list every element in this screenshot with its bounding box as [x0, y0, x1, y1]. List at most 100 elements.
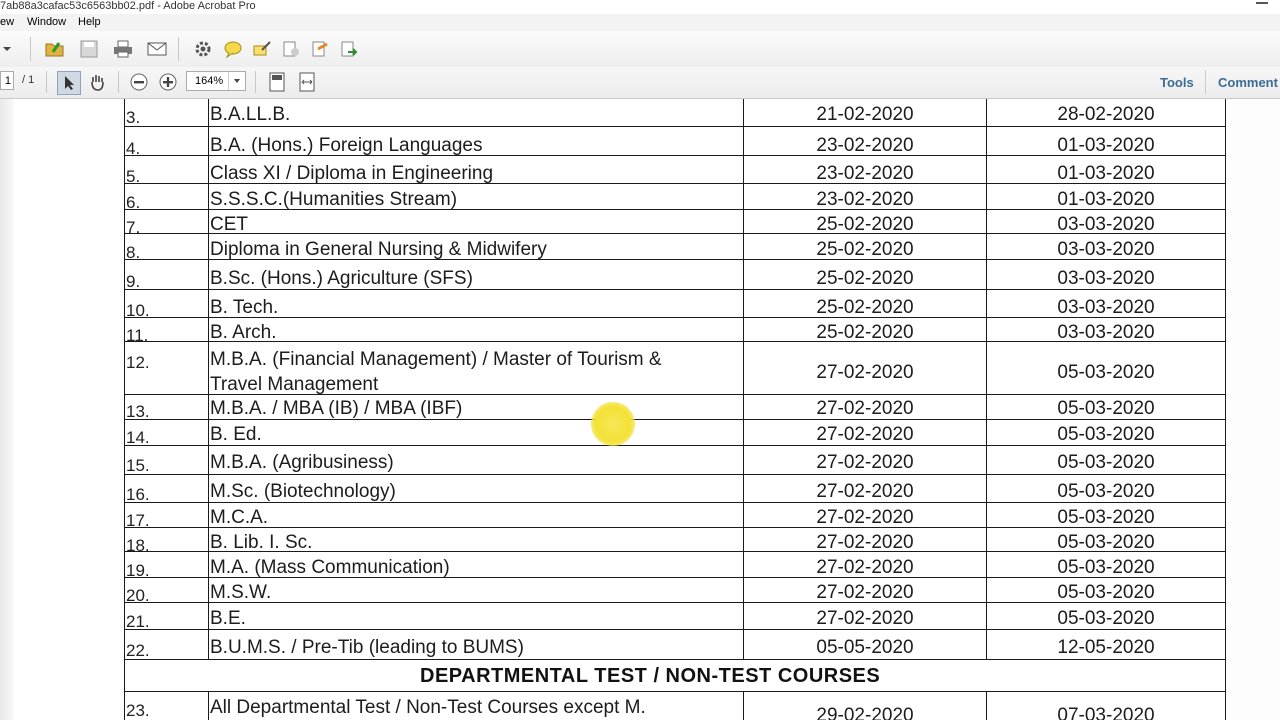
start-date: 27-02-2020: [816, 507, 914, 528]
start-date: 29-02-2020: [816, 705, 914, 720]
course-name: B. Arch.: [210, 322, 277, 343]
end-date: 01-03-2020: [1057, 189, 1155, 210]
end-date: 05-03-2020: [1057, 424, 1155, 445]
fit-page-icon[interactable]: [266, 71, 288, 93]
end-date: 05-03-2020: [1057, 532, 1155, 553]
row-divider: [124, 691, 1226, 692]
column-divider: [124, 659, 125, 720]
row-number: 18.: [126, 536, 150, 555]
end-date: 05-03-2020: [1057, 398, 1155, 419]
menu-help[interactable]: Help: [78, 16, 101, 28]
stamp-icon[interactable]: [280, 38, 302, 60]
start-date: 25-02-2020: [816, 214, 914, 235]
course-name: M.A. (Mass Communication): [210, 557, 450, 578]
row-number: 14.: [126, 428, 150, 447]
save-icon[interactable]: [78, 38, 100, 60]
fit-width-icon[interactable]: [296, 71, 318, 93]
menu-view[interactable]: ew: [0, 16, 14, 28]
row-number: 9.: [126, 272, 141, 291]
window-titlebar: 7ab88a3cafac53c6563bb02.pdf - Adobe Acro…: [0, 0, 1280, 14]
column-divider: [986, 691, 987, 720]
course-name: B.A.LL.B.: [210, 104, 291, 125]
zoom-out-icon[interactable]: [128, 71, 150, 93]
start-date: 27-02-2020: [816, 424, 914, 445]
row-number: 10.: [126, 301, 150, 320]
highlight-pen-icon[interactable]: [251, 38, 273, 60]
course-name: B.A. (Hons.) Foreign Languages: [210, 135, 483, 156]
end-date: 28-02-2020: [1057, 104, 1155, 125]
hand-tool-icon[interactable]: [86, 71, 108, 93]
end-date: 03-03-2020: [1057, 297, 1155, 318]
course-name: B.Sc. (Hons.) Agriculture (SFS): [210, 268, 473, 289]
course-name: All Departmental Test / Non-Test Courses…: [210, 697, 646, 718]
row-number: 21.: [126, 612, 150, 631]
column-divider: [743, 99, 744, 660]
start-date: 23-02-2020: [816, 189, 914, 210]
sign-document-icon[interactable]: [309, 38, 331, 60]
row-number: 20.: [126, 586, 150, 605]
zoom-level-select[interactable]: 164%: [186, 71, 246, 91]
start-date: 25-02-2020: [816, 239, 914, 260]
row-divider: [124, 659, 1226, 660]
course-name: M.B.A. (Financial Management) / Master o…: [210, 349, 662, 370]
print-icon[interactable]: [112, 38, 134, 60]
start-date: 21-02-2020: [816, 104, 914, 125]
end-date: 05-03-2020: [1057, 582, 1155, 603]
start-date: 25-02-2020: [816, 297, 914, 318]
course-name: M.C.A.: [210, 507, 269, 528]
row-number: 7.: [126, 218, 141, 237]
course-name-line2: Travel Management: [210, 374, 379, 395]
chevron-down-icon[interactable]: [228, 72, 245, 90]
row-number: 17.: [126, 511, 150, 530]
comment-link[interactable]: Comment: [1218, 75, 1278, 90]
settings-gear-icon[interactable]: [192, 38, 214, 60]
column-divider: [1225, 659, 1226, 720]
zoom-in-icon[interactable]: [157, 71, 179, 93]
row-divider: [124, 474, 1226, 475]
course-name: M.B.A. (Agribusiness): [210, 452, 394, 473]
row-number: 22.: [126, 641, 150, 660]
row-number: 6.: [126, 193, 141, 212]
end-date: 05-03-2020: [1057, 507, 1155, 528]
course-name: M.B.A. / MBA (IB) / MBA (IBF): [210, 398, 463, 419]
end-date: 03-03-2020: [1057, 214, 1155, 235]
document-view[interactable]: 3. B.A.LL.B. 21-02-2020 28-02-2020 4. B.A. (H…: [0, 99, 1280, 720]
page-total: / 1: [22, 74, 35, 86]
email-icon[interactable]: [146, 38, 168, 60]
end-date: 03-03-2020: [1057, 239, 1155, 260]
page-number-input[interactable]: 1: [0, 71, 14, 90]
comment-bubble-icon[interactable]: [222, 38, 244, 60]
row-number: 19.: [126, 561, 150, 580]
end-date: 01-03-2020: [1057, 163, 1155, 184]
start-date: 27-02-2020: [816, 362, 914, 383]
course-name: Class XI / Diploma in Engineering: [210, 163, 494, 184]
course-name: S.S.S.C.(Humanities Stream): [210, 189, 458, 210]
row-number: 16.: [126, 485, 150, 504]
end-date: 05-03-2020: [1057, 452, 1155, 473]
row-number: 11.: [126, 326, 149, 345]
row-number: 8.: [126, 243, 141, 262]
column-divider: [743, 691, 744, 720]
menu-window[interactable]: Window: [27, 16, 66, 28]
dropdown-arrow-icon[interactable]: [0, 38, 14, 60]
course-name: B.U.M.S. / Pre-Tib (leading to BUMS): [210, 637, 524, 658]
row-number: 3.: [126, 108, 141, 127]
end-date: 07-03-2020: [1057, 705, 1155, 720]
end-date: 05-03-2020: [1057, 608, 1155, 629]
window-title: 7ab88a3cafac53c6563bb02.pdf - Adobe Acro…: [0, 0, 256, 12]
open-folder-icon[interactable]: [44, 38, 66, 60]
export-document-icon[interactable]: [338, 38, 360, 60]
course-name: B.E.: [210, 608, 246, 629]
start-date: 27-02-2020: [816, 608, 914, 629]
start-date: 25-02-2020: [816, 268, 914, 289]
end-date: 05-03-2020: [1057, 362, 1155, 383]
end-date: 03-03-2020: [1057, 268, 1155, 289]
tools-link[interactable]: Tools: [1160, 75, 1194, 90]
end-date: 05-03-2020: [1057, 557, 1155, 578]
end-date: 05-03-2020: [1057, 481, 1155, 502]
start-date: 27-02-2020: [816, 532, 914, 553]
course-name: B. Ed.: [210, 424, 262, 445]
minimize-button[interactable]: [1256, 2, 1268, 4]
select-cursor-icon[interactable]: [57, 71, 81, 95]
row-number: 5.: [126, 167, 141, 186]
